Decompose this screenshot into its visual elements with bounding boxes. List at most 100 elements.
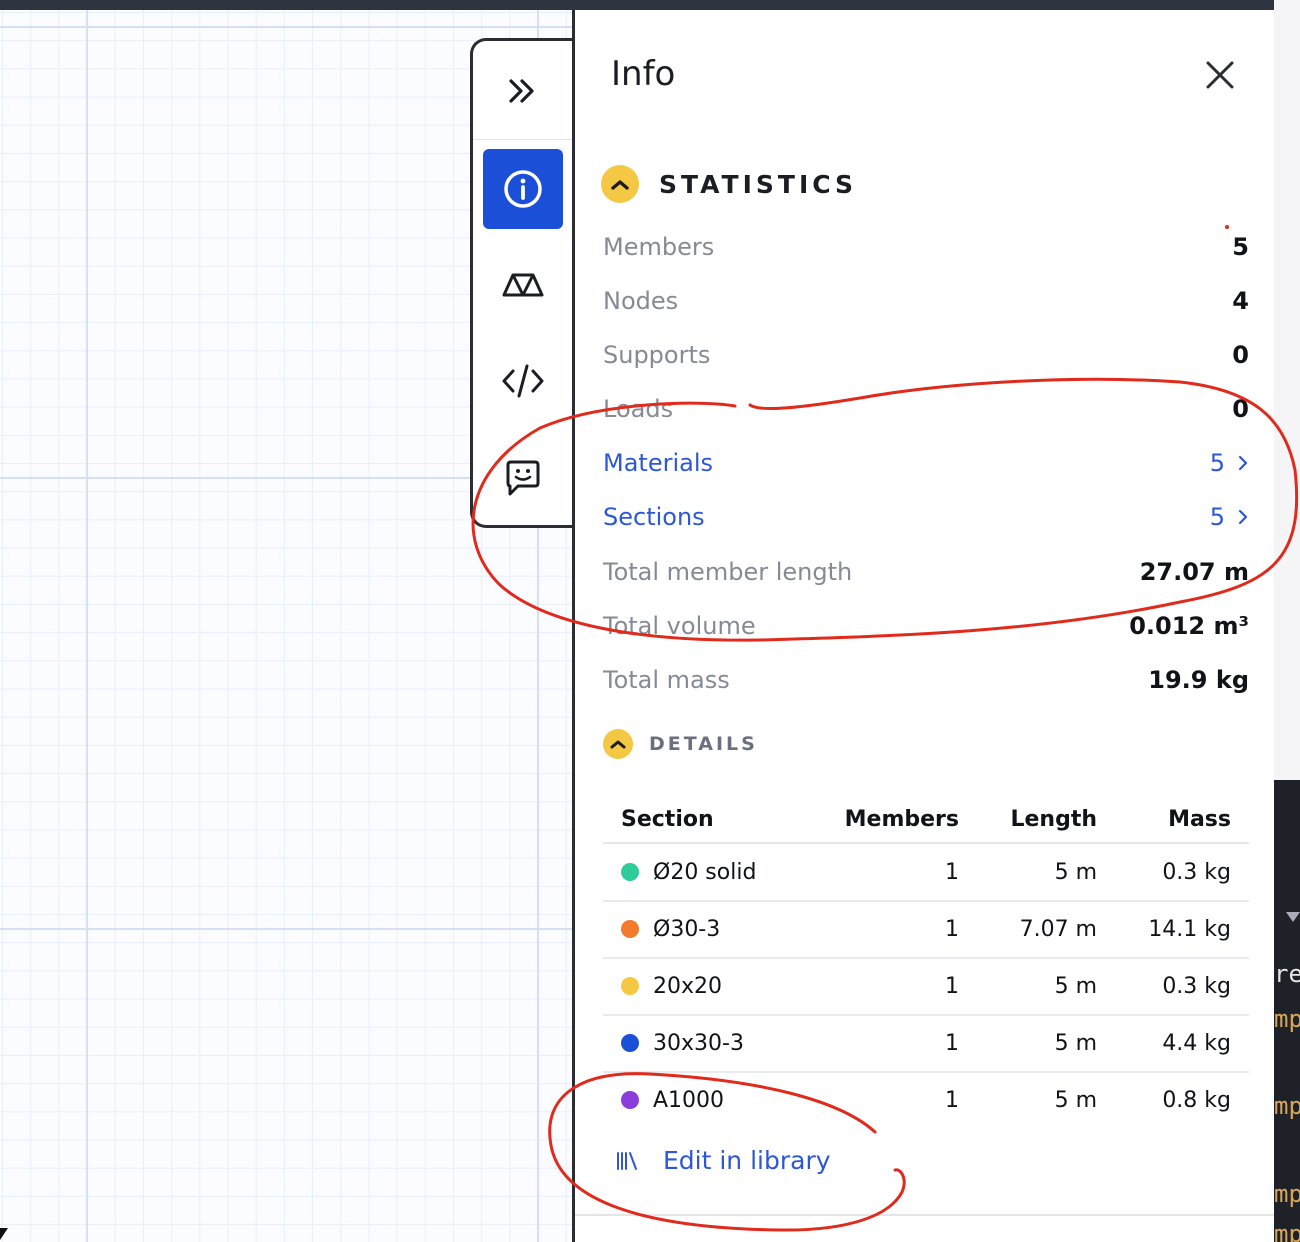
table-row: Ø20 solid 1 5 m 0.3 kg bbox=[603, 844, 1249, 902]
members-count: 1 bbox=[945, 859, 959, 885]
column-header-section: Section bbox=[621, 806, 714, 832]
stat-value: 19.9 kg bbox=[1148, 666, 1249, 694]
chevron-up-icon bbox=[610, 740, 626, 749]
info-tab-button[interactable] bbox=[483, 149, 563, 229]
mouse-cursor-icon bbox=[0, 1228, 8, 1240]
column-header-members: Members bbox=[844, 806, 959, 832]
sections-link[interactable]: Sections bbox=[603, 503, 705, 531]
chevron-up-icon bbox=[611, 180, 629, 190]
stat-row-supports: Supports 0 bbox=[603, 335, 1249, 375]
section-color-dot bbox=[621, 977, 639, 995]
stat-row-total-volume: Total volume 0.012 m³ bbox=[603, 606, 1249, 646]
stat-value: 5 bbox=[1232, 233, 1249, 261]
code-tab-button[interactable] bbox=[483, 341, 563, 421]
structure-tab-button[interactable] bbox=[483, 245, 563, 325]
length-value: 5 m bbox=[1054, 973, 1097, 999]
stat-value: 0.012 m³ bbox=[1129, 612, 1249, 640]
editor-text: mp bbox=[1274, 1220, 1300, 1242]
window-top-bar bbox=[0, 0, 1300, 10]
section-name: Ø30-3 bbox=[653, 916, 721, 942]
toolbar-divider bbox=[473, 139, 580, 140]
dropdown-triangle-icon bbox=[1286, 912, 1300, 922]
mass-value: 4.4 kg bbox=[1162, 1030, 1231, 1056]
mass-value: 14.1 kg bbox=[1148, 916, 1231, 942]
double-chevron-right-icon bbox=[509, 79, 534, 103]
table-row: A1000 1 5 m 0.8 kg bbox=[603, 1072, 1249, 1128]
stat-row-total-mass: Total mass 19.9 kg bbox=[603, 660, 1249, 700]
chevron-right-icon bbox=[1238, 509, 1248, 525]
section-color-dot bbox=[621, 1091, 639, 1109]
statistics-title: STATISTICS bbox=[659, 169, 858, 199]
stat-row-sections[interactable]: Sections 5 bbox=[603, 497, 1249, 537]
edit-in-library-link[interactable]: Edit in library bbox=[615, 1146, 831, 1175]
details-table-header: Section Members Length Mass bbox=[603, 796, 1249, 844]
details-title: DETAILS bbox=[649, 733, 758, 755]
code-icon bbox=[502, 364, 544, 398]
stat-label: Total volume bbox=[603, 612, 756, 640]
chat-smile-icon bbox=[506, 460, 540, 496]
length-value: 5 m bbox=[1054, 1087, 1097, 1113]
stat-value: 0 bbox=[1232, 395, 1249, 423]
annotation-dot bbox=[1225, 225, 1229, 229]
stat-row-total-member-length: Total member length 27.07 m bbox=[603, 552, 1249, 592]
edit-in-library-label: Edit in library bbox=[663, 1146, 831, 1175]
stat-row-members: Members 5 bbox=[603, 227, 1249, 267]
chevron-right-icon bbox=[1238, 455, 1248, 471]
section-color-dot bbox=[621, 920, 639, 938]
close-button[interactable] bbox=[1205, 60, 1235, 90]
collapse-details-toggle[interactable] bbox=[603, 729, 633, 759]
section-name: 30x30-3 bbox=[653, 1030, 744, 1056]
materials-link[interactable]: Materials bbox=[603, 449, 713, 477]
editor-text: mp bbox=[1274, 1005, 1300, 1033]
table-row: 20x20 1 5 m 0.3 kg bbox=[603, 958, 1249, 1016]
stat-value: 0 bbox=[1232, 341, 1249, 369]
truss-icon bbox=[502, 273, 544, 297]
side-toolbar bbox=[470, 38, 580, 528]
members-count: 1 bbox=[945, 1087, 959, 1113]
info-circle-icon bbox=[504, 170, 542, 208]
sections-count: 5 bbox=[1209, 503, 1225, 531]
statistics-header[interactable]: STATISTICS bbox=[601, 165, 857, 203]
library-icon bbox=[617, 1151, 637, 1170]
info-panel: Info STATISTICS Members 5 Nodes 4 Suppor… bbox=[572, 10, 1274, 1242]
stat-label: Total member length bbox=[603, 558, 853, 586]
stat-label: Loads bbox=[603, 395, 674, 423]
editor-text: re bbox=[1274, 960, 1300, 988]
stat-row-loads: Loads 0 bbox=[603, 389, 1249, 429]
panel-bottom-divider bbox=[575, 1214, 1274, 1216]
length-value: 5 m bbox=[1054, 859, 1097, 885]
section-color-dot bbox=[621, 863, 639, 881]
section-name: 20x20 bbox=[653, 973, 723, 999]
members-count: 1 bbox=[945, 916, 959, 942]
close-icon bbox=[1206, 61, 1234, 89]
length-value: 5 m bbox=[1054, 1030, 1097, 1056]
editor-text: mp bbox=[1274, 1180, 1300, 1208]
collapse-statistics-toggle[interactable] bbox=[601, 165, 639, 203]
members-count: 1 bbox=[945, 973, 959, 999]
section-name: A1000 bbox=[653, 1087, 725, 1113]
materials-count: 5 bbox=[1209, 449, 1225, 477]
stat-value: 27.07 m bbox=[1139, 558, 1249, 586]
length-value: 7.07 m bbox=[1019, 916, 1097, 942]
section-color-dot bbox=[621, 1034, 639, 1052]
panel-title: Info bbox=[611, 54, 676, 94]
details-header[interactable]: DETAILS bbox=[603, 729, 758, 759]
table-row: Ø30-3 1 7.07 m 14.1 kg bbox=[603, 901, 1249, 959]
mass-value: 0.8 kg bbox=[1162, 1087, 1231, 1113]
collapse-panel-button[interactable] bbox=[483, 51, 563, 131]
stat-row-nodes: Nodes 4 bbox=[603, 281, 1249, 321]
feedback-tab-button[interactable] bbox=[483, 439, 563, 519]
section-name: Ø20 solid bbox=[653, 859, 757, 885]
stat-value: 4 bbox=[1232, 287, 1249, 315]
table-row: 30x30-3 1 5 m 4.4 kg bbox=[603, 1015, 1249, 1073]
stat-label: Members bbox=[603, 233, 715, 261]
stat-label: Nodes bbox=[603, 287, 679, 315]
stat-label: Total mass bbox=[603, 666, 730, 694]
members-count: 1 bbox=[945, 1030, 959, 1056]
mass-value: 0.3 kg bbox=[1162, 973, 1231, 999]
stat-row-materials[interactable]: Materials 5 bbox=[603, 443, 1249, 483]
stat-label: Supports bbox=[603, 341, 711, 369]
mass-value: 0.3 kg bbox=[1162, 859, 1231, 885]
editor-text: mp bbox=[1274, 1092, 1300, 1120]
column-header-length: Length bbox=[1010, 806, 1097, 832]
